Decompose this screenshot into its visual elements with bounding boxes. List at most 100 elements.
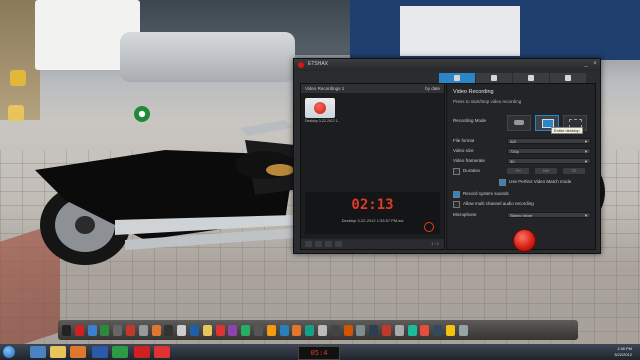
play-clip-icon[interactable] [424,222,434,232]
thumbnail-caption: Desktop 3-22-2012 1- [305,119,339,123]
dock-app-icon[interactable] [433,324,443,336]
duration-minutes-input[interactable]: MM [535,168,557,174]
video-settings-panel: Video Recording Press to start/stop vide… [446,83,596,252]
dock-app-icon[interactable] [241,324,251,336]
recordings-title: Video Recordings 1 [305,86,345,91]
recordings-toolbar: 1 / 1 [301,239,444,249]
dock-app-icon[interactable] [394,324,404,336]
mode-tooltip: Entire desktop [551,127,583,134]
dock-app-icon[interactable] [458,324,468,336]
dock-app-icon[interactable] [164,324,174,336]
sort-dropdown[interactable]: by date [425,84,440,93]
dock-app-icon[interactable] [113,324,123,336]
start-button[interactable] [3,346,15,358]
close-icon[interactable]: × [591,61,599,68]
dock-app-icon[interactable] [407,324,417,336]
taskbar-pdf-icon[interactable] [154,346,170,358]
dock-app-icon[interactable] [151,324,161,336]
gamepad-icon [514,120,524,125]
multichannel-label: Allow multi channel audio recording [463,201,534,206]
tab-screenshots[interactable] [476,73,512,83]
dock-app-icon[interactable] [305,324,315,336]
dock-app-icon[interactable] [215,324,225,336]
microphone-label: Microphone [453,212,477,217]
microphone-select[interactable]: Stereo mixer ▼ [507,212,591,218]
recordings-panel: Video Recordings 1 by date Desktop 3-22-… [300,83,445,250]
recordings-count: 1 / 1 [431,241,439,246]
framerate-select[interactable]: 30 ▼ [507,158,591,164]
system-clock[interactable]: 1:38 PM 3/22/2012 [614,346,632,358]
dock-app-icon[interactable] [369,324,379,336]
taskbar-firefox-icon[interactable] [70,346,86,358]
dock-app-icon[interactable] [177,324,187,336]
dock-app-icon[interactable] [138,324,148,336]
video-size-select[interactable]: 720p ▼ [507,148,591,154]
dock-app-icon[interactable] [330,324,340,336]
dock-app-icon[interactable] [125,324,135,336]
tab-video[interactable] [439,73,475,83]
play-button[interactable] [305,241,312,247]
dock-app-icon[interactable] [279,324,289,336]
dock-app-icon[interactable] [62,324,71,336]
taskbar-photoshop-icon[interactable] [92,346,108,358]
recorder-window: ETSHAX _ × Video Recordings 1 by date De… [293,58,601,254]
video-size-label: Video size [453,148,474,153]
clock-date: 3/22/2012 [614,352,632,357]
dock-app-icon[interactable] [253,324,263,336]
dock-app-icon[interactable] [202,324,212,336]
perfect-match-checkbox[interactable] [499,179,506,186]
duration-label: Duration [463,168,481,173]
duration-checkbox[interactable] [453,168,460,175]
dock-app-icon[interactable] [74,324,84,336]
desktop-icon-files[interactable] [2,105,30,122]
perfect-match-label: Use Perfect Video Match mode [509,179,572,184]
chevron-down-icon: ▼ [584,159,588,164]
desktop-icon-clicksoft[interactable] [128,106,156,123]
tab-benchmark[interactable] [513,73,549,83]
title-bar: ETSHAX _ × [294,59,600,71]
app-logo-icon [298,62,304,68]
file-format-select[interactable]: AVI ▼ [507,138,591,144]
dock-app-icon[interactable] [343,324,353,336]
dock-app-icon[interactable] [266,324,276,336]
dock-app-icon[interactable] [228,324,238,336]
upload-button[interactable] [315,241,322,247]
dock-app-icon[interactable] [87,324,97,336]
microphone-value: Stereo mixer [510,213,533,218]
desktop-icon-recycle[interactable] [4,70,32,87]
tab-settings[interactable] [550,73,586,83]
taskbar-recorder-icon[interactable] [134,346,150,358]
multichannel-checkbox[interactable] [453,201,460,208]
chevron-down-icon: ▼ [584,139,588,144]
section-subtitle: Press to start/stop video recording [453,99,522,104]
dock-app-icon[interactable] [445,324,455,336]
minimize-icon[interactable]: _ [582,61,590,68]
duration-seconds-input[interactable]: SS [563,168,585,174]
clip-preview: 02:13 Desktop 3-22-2012 1:33:57 PM.avi [305,192,440,234]
dock-app-icon[interactable] [420,324,430,336]
video-size-value: 720p [510,149,519,154]
delete-button[interactable] [335,241,342,247]
dock-app-icon[interactable] [317,324,327,336]
dock-app-icon[interactable] [100,324,110,336]
dock-app-icon[interactable] [189,324,199,336]
taskbar-explorer-icon[interactable] [30,346,46,358]
record-system-sounds-checkbox[interactable] [453,191,460,198]
taskbar-folder-icon[interactable] [50,346,66,358]
taskbar-app-icon[interactable] [112,346,128,358]
settings-tabs [439,73,587,83]
silver-car [120,32,295,82]
app-dock [58,320,578,340]
dock-app-icon[interactable] [292,324,302,336]
mode-game-button[interactable] [507,115,531,131]
dock-app-icon[interactable] [356,324,366,336]
recording-timer: 02:13 [351,197,394,213]
duration-hours-input[interactable]: HH [507,168,529,174]
recording-thumbnail[interactable]: Desktop 3-22-2012 1- [305,98,339,126]
dock-app-icon[interactable] [381,324,391,336]
folder-button[interactable] [325,241,332,247]
recordings-header: Video Recordings 1 by date [301,84,444,93]
taskbar-timer: 05:4 [298,346,340,360]
record-button[interactable] [513,229,536,252]
chevron-down-icon: ▼ [584,213,588,218]
